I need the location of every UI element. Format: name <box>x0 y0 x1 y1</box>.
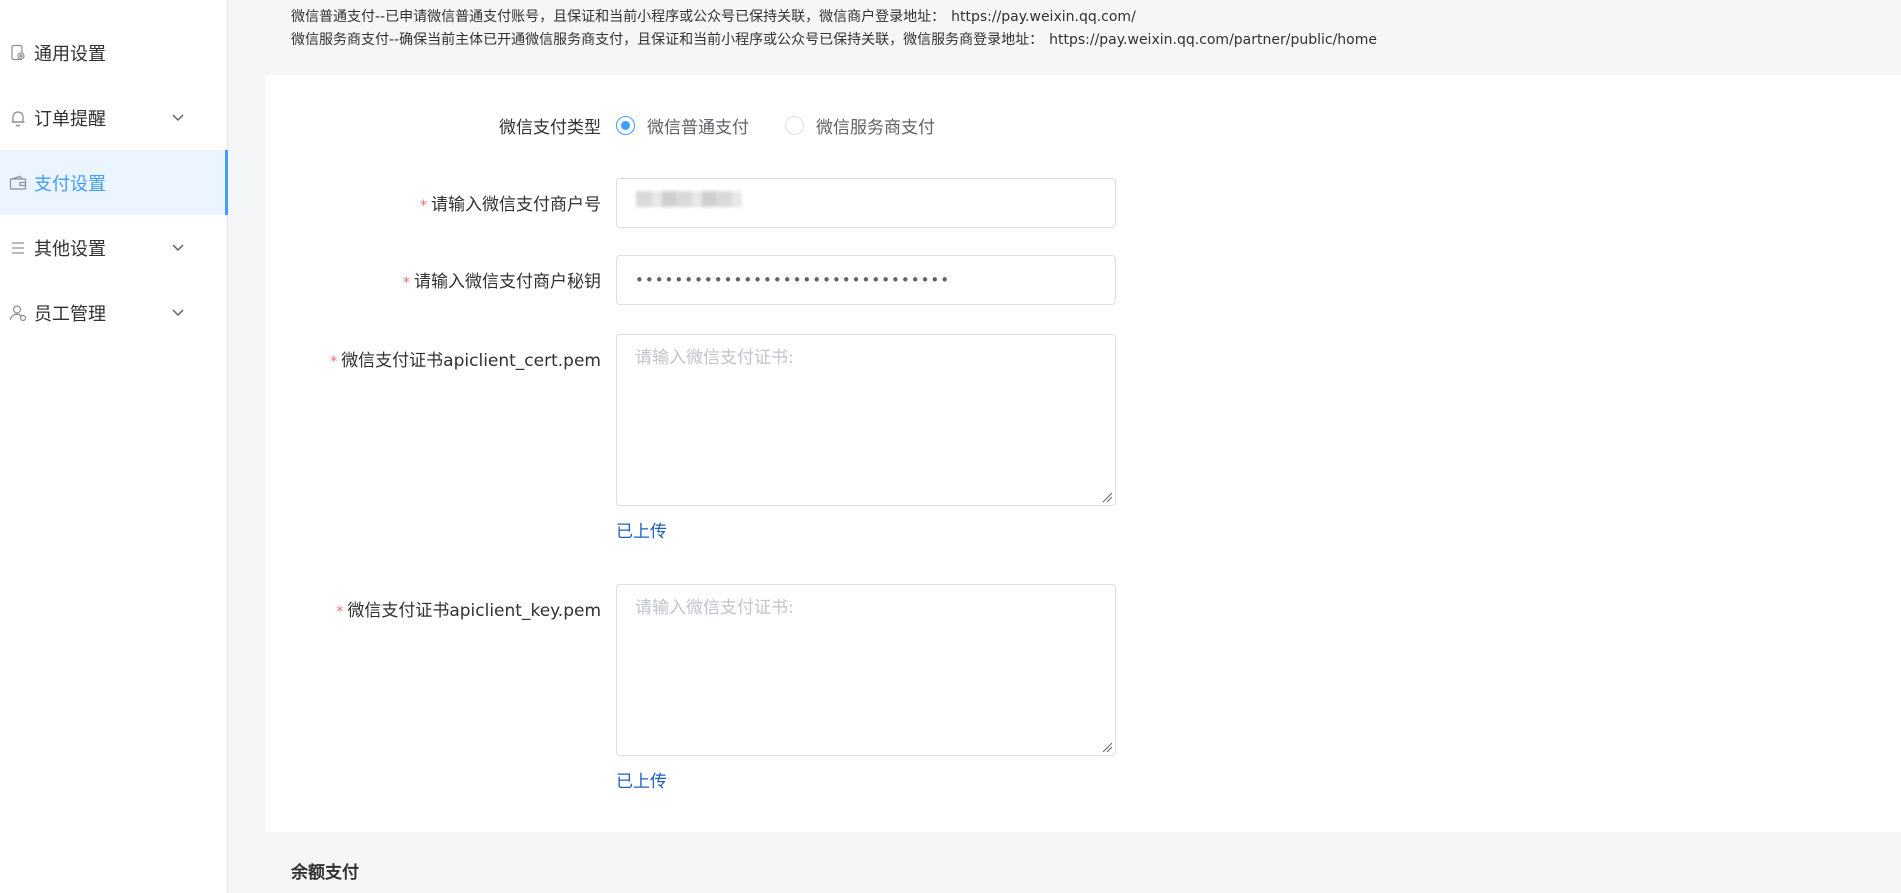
chevron-down-icon <box>172 244 184 252</box>
wallet-icon <box>8 173 28 193</box>
sidebar-item-other-settings[interactable]: 其他设置 <box>0 215 226 280</box>
radio-label: 微信普通支付 <box>647 118 749 138</box>
balance-payment-section: 余额支付 <box>265 832 1901 893</box>
balance-payment-title: 余额支付 <box>291 863 359 883</box>
resize-handle-icon[interactable] <box>1101 491 1113 503</box>
payment-notice: 微信普通支付--已申请微信普通支付账号，且保证和当前小程序或公众号已保持关联，微… <box>265 0 1901 75</box>
pay-type-radio-group: 微信普通支付 微信服务商支付 <box>616 113 971 138</box>
sidebar-item-general-settings[interactable]: 通用设置 <box>0 20 226 85</box>
pay-type-label-text: 微信支付类型 <box>499 118 601 138</box>
chevron-down-icon <box>172 114 184 122</box>
sidebar-item-label: 订单提醒 <box>34 108 106 130</box>
form-labels: 微信支付类型 * 请输入微信支付商户号 * 请输入微信支付商户秘钥 * 微信支付证书a… <box>265 75 601 832</box>
app: 通用设置 订单提醒 支付设置 其他设置 员工管理 微信普通支付--已申请微信普通… <box>0 0 1901 893</box>
key-pem-label-text: 微信支付证书apiclient_key.pem <box>347 601 601 621</box>
notice-line-service-provider: 微信服务商支付--确保当前主体已开通微信服务商支付，且保证和当前小程序或公众号已… <box>291 29 1901 52</box>
radio-unchecked-icon <box>785 116 804 135</box>
key-pem-label: * 微信支付证书apiclient_key.pem <box>336 596 601 621</box>
required-mark: * <box>336 604 344 620</box>
chevron-down-icon <box>172 309 184 317</box>
wechat-pay-form: 微信支付类型 * 请输入微信支付商户号 * 请输入微信支付商户秘钥 * 微信支付证书a… <box>265 75 1901 832</box>
radio-checked-icon <box>616 116 635 135</box>
cert-pem-textarea[interactable] <box>616 334 1116 506</box>
key-pem-uploaded-link[interactable]: 已上传 <box>616 767 667 792</box>
user-icon <box>8 303 28 323</box>
key-pem-textarea[interactable] <box>616 584 1116 756</box>
sidebar-item-label: 其他设置 <box>34 238 106 260</box>
radio-label: 微信服务商支付 <box>816 118 935 138</box>
sidebar-item-staff-management[interactable]: 员工管理 <box>0 280 226 345</box>
sidebar-item-payment-settings[interactable]: 支付设置 <box>0 150 228 215</box>
sidebar-item-label: 员工管理 <box>34 303 106 325</box>
redacted-merchant-id <box>636 191 742 207</box>
sidebar-item-label: 支付设置 <box>34 173 106 195</box>
notice-text: 微信普通支付--已申请微信普通支付账号，且保证和当前小程序或公众号已保持关联，微… <box>291 9 946 25</box>
cert-pem-label-text: 微信支付证书apiclient_cert.pem <box>341 351 601 371</box>
merchant-secret-input[interactable] <box>616 255 1116 305</box>
service-provider-login-url: https://pay.weixin.qq.com/partner/public… <box>1049 32 1377 48</box>
cert-pem-uploaded-link[interactable]: 已上传 <box>616 517 667 542</box>
pay-type-normal-radio[interactable]: 微信普通支付 <box>616 113 749 138</box>
cert-pem-label: * 微信支付证书apiclient_cert.pem <box>330 346 601 371</box>
notice-line-normal: 微信普通支付--已申请微信普通支付账号，且保证和当前小程序或公众号已保持关联，微… <box>291 6 1901 29</box>
notice-text: 微信服务商支付--确保当前主体已开通微信服务商支付，且保证和当前小程序或公众号已… <box>291 32 1044 48</box>
pay-type-label: 微信支付类型 <box>499 113 601 138</box>
required-mark: * <box>420 198 427 214</box>
list-icon <box>8 238 28 258</box>
merchant-secret-label-text: 请输入微信支付商户秘钥 <box>414 272 601 292</box>
required-mark: * <box>330 354 338 370</box>
resize-handle-icon[interactable] <box>1101 741 1113 753</box>
merchant-id-label-text: 请输入微信支付商户号 <box>431 195 601 215</box>
bell-icon <box>8 108 28 128</box>
general-settings-icon <box>8 43 28 63</box>
pay-type-service-provider-radio[interactable]: 微信服务商支付 <box>785 113 935 138</box>
required-mark: * <box>403 275 410 291</box>
sidebar-item-label: 通用设置 <box>34 43 106 65</box>
sidebar: 通用设置 订单提醒 支付设置 其他设置 员工管理 <box>0 0 228 893</box>
merchant-secret-label: * 请输入微信支付商户秘钥 <box>403 267 601 292</box>
sidebar-item-order-reminder[interactable]: 订单提醒 <box>0 85 226 150</box>
merchant-login-url: https://pay.weixin.qq.com/ <box>951 9 1136 25</box>
merchant-id-label: * 请输入微信支付商户号 <box>420 190 601 215</box>
content-gutter <box>228 0 265 893</box>
